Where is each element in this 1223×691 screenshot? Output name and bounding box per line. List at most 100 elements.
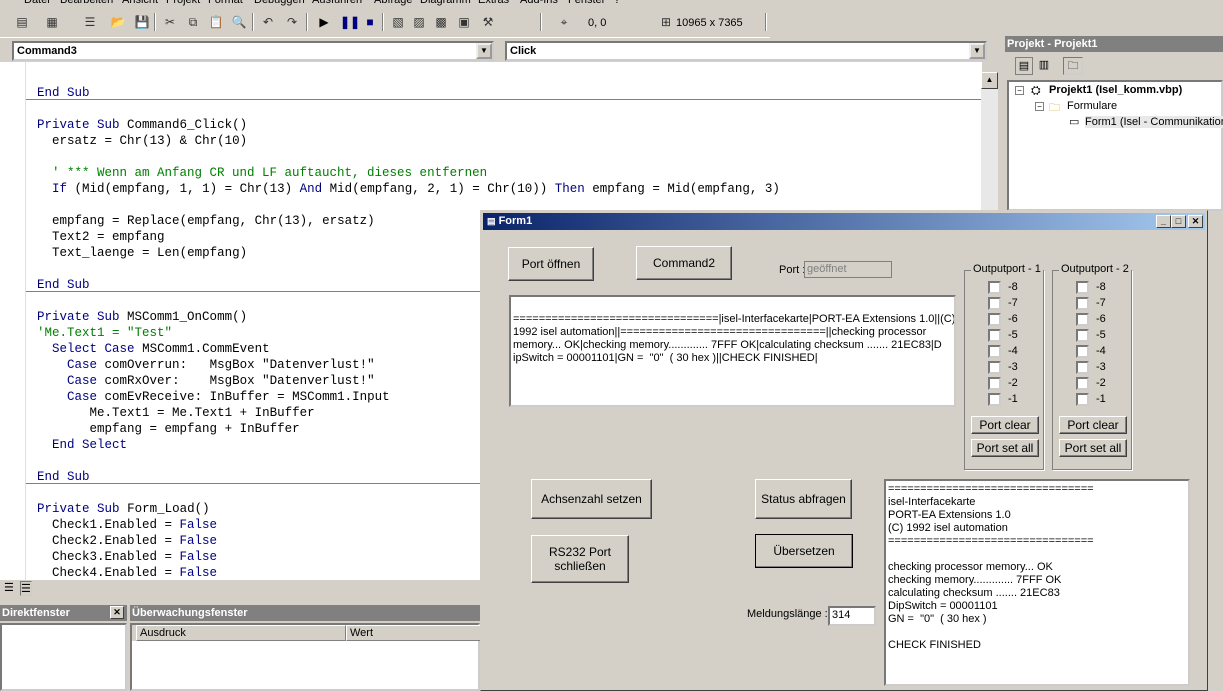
collapse-icon[interactable]: − <box>1035 102 1044 111</box>
procedure-view-icon[interactable]: ☰ <box>4 581 14 594</box>
close-icon[interactable]: ✕ <box>110 606 124 619</box>
status-abfragen-button[interactable]: Status abfragen <box>755 479 852 519</box>
collapse-icon[interactable]: − <box>1015 86 1024 95</box>
view-code-icon[interactable]: ▤ <box>1015 57 1033 75</box>
port1-bit-checkbox[interactable] <box>988 393 1001 406</box>
menu-item-4[interactable]: Format <box>208 0 243 6</box>
port2-bit-checkbox[interactable] <box>1076 329 1089 342</box>
code-line[interactable]: Case comEvReceive: InBuffer = MSComm1.In… <box>37 389 390 405</box>
port1-bit-checkbox[interactable] <box>988 329 1001 342</box>
code-line[interactable]: Text2 = empfang <box>37 229 165 245</box>
close-icon[interactable]: ✕ <box>1188 215 1203 228</box>
port2-bit-checkbox[interactable] <box>1076 393 1089 406</box>
view-object-icon[interactable]: ▥ <box>1035 57 1053 75</box>
find-icon[interactable]: 🔍 <box>231 14 247 30</box>
rs232-close-button[interactable]: RS232 Port schließen <box>531 535 629 583</box>
port1-bit-checkbox[interactable] <box>988 361 1001 374</box>
command2-button[interactable]: Command2 <box>636 246 732 280</box>
code-line[interactable]: Check1.Enabled = False <box>37 517 217 533</box>
properties-icon[interactable]: ▨ <box>411 14 427 30</box>
form-layout-icon[interactable]: ▩ <box>433 14 449 30</box>
toggle-folders-icon[interactable]: 🗀 <box>1063 57 1083 75</box>
run-icon[interactable]: ▶ <box>316 14 332 30</box>
code-line[interactable]: ersatz = Chr(13) & Chr(10) <box>37 133 247 149</box>
achsenzahl-button[interactable]: Achsenzahl setzen <box>531 479 652 519</box>
paste-icon[interactable]: 📋 <box>208 14 224 30</box>
cut-icon[interactable]: ✂ <box>162 14 178 30</box>
immediate-input[interactable] <box>0 623 127 691</box>
menu-item-1[interactable]: Bearbeiten <box>60 0 113 6</box>
scroll-up-icon[interactable]: ▲ <box>981 72 998 89</box>
port1-bit-checkbox[interactable] <box>988 345 1001 358</box>
code-line[interactable]: 'Me.Text1 = "Test" <box>37 325 172 341</box>
port2-clear-button[interactable]: Port clear <box>1059 416 1127 434</box>
open-icon[interactable]: 📂 <box>110 14 126 30</box>
port1-bit-checkbox[interactable] <box>988 377 1001 390</box>
menu-editor-icon[interactable]: ☰ <box>82 14 98 30</box>
code-line[interactable]: Private Sub Command6_Click() <box>37 117 247 133</box>
code-line[interactable]: Check4.Enabled = False <box>37 565 217 580</box>
object-combo[interactable]: Command3 ▼ <box>12 41 494 61</box>
code-line[interactable]: empfang = empfang + InBuffer <box>37 421 300 437</box>
port2-bit-checkbox[interactable] <box>1076 345 1089 358</box>
port1-bit-checkbox[interactable] <box>988 281 1001 294</box>
port2-bit-checkbox[interactable] <box>1076 297 1089 310</box>
menu-item-5[interactable]: Debuggen <box>254 0 305 6</box>
receive-textbox[interactable]: ================================|isel-In… <box>509 295 956 407</box>
object-browser-icon[interactable]: ▣ <box>456 14 472 30</box>
code-line[interactable]: Case comOverrun: MsgBox "Datenverlust!" <box>37 357 375 373</box>
port2-bit-checkbox[interactable] <box>1076 377 1089 390</box>
port1-bit-checkbox[interactable] <box>988 297 1001 310</box>
chevron-down-icon[interactable]: ▼ <box>969 43 985 59</box>
code-line[interactable]: Check2.Enabled = False <box>37 533 217 549</box>
menu-item-3[interactable]: Projekt <box>166 0 200 6</box>
add-project-icon[interactable]: ▤ <box>14 14 30 30</box>
code-line[interactable]: Case comRxOver: MsgBox "Datenverlust!" <box>37 373 375 389</box>
watch-col-value[interactable]: Wert <box>346 625 482 641</box>
menu-item-9[interactable]: Extras <box>478 0 509 6</box>
menu-item-7[interactable]: Abfrage <box>374 0 413 6</box>
port2-bit-checkbox[interactable] <box>1076 313 1089 326</box>
stop-icon[interactable]: ■ <box>362 14 378 30</box>
code-line[interactable]: Private Sub MSComm1_OnComm() <box>37 309 247 325</box>
menu-item-0[interactable]: Datei <box>24 0 50 6</box>
pause-icon[interactable]: ❚❚ <box>340 14 360 30</box>
menu-item-6[interactable]: Ausführen <box>312 0 362 6</box>
undo-icon[interactable]: ↶ <box>260 14 276 30</box>
watch-col-expression[interactable]: Ausdruck <box>136 625 346 641</box>
uebersetzen-button[interactable]: Übersetzen <box>755 534 853 568</box>
menu-item-8[interactable]: Diagramm <box>420 0 471 6</box>
tree-project-root[interactable]: Projekt1 (Isel_komm.vbp) <box>1049 84 1182 96</box>
menu-item-12[interactable]: ? <box>614 0 620 6</box>
tree-form1[interactable]: Form1 (Isel - Communikation <box>1085 116 1223 128</box>
redo-icon[interactable]: ↷ <box>284 14 300 30</box>
save-icon[interactable]: 💾 <box>134 14 150 30</box>
code-line[interactable]: Private Sub Form_Load() <box>37 501 210 517</box>
code-line[interactable]: Text_laenge = Len(empfang) <box>37 245 247 261</box>
menu-item-11[interactable]: Fenster <box>568 0 605 6</box>
chevron-down-icon[interactable]: ▼ <box>476 43 492 59</box>
add-form-icon[interactable]: ▦ <box>44 14 60 30</box>
port1-bit-checkbox[interactable] <box>988 313 1001 326</box>
port2-bit-checkbox[interactable] <box>1076 361 1089 374</box>
project-explorer-icon[interactable]: ▧ <box>390 14 406 30</box>
minimize-icon[interactable]: _ <box>1156 215 1171 228</box>
code-line[interactable]: Select Case MSComm1.CommEvent <box>37 341 270 357</box>
menu-item-2[interactable]: Ansicht <box>122 0 158 6</box>
code-line[interactable]: Me.Text1 = Me.Text1 + InBuffer <box>37 405 315 421</box>
meldungslaenge-field[interactable]: 314 <box>828 606 876 626</box>
toolbox-icon[interactable]: ⚒ <box>480 14 496 30</box>
code-line[interactable]: ' *** Wenn am Anfang CR und LF auftaucht… <box>37 165 487 181</box>
port2-bit-checkbox[interactable] <box>1076 281 1089 294</box>
form1-titlebar[interactable]: ▤ Form1 <box>483 213 1205 230</box>
menu-item-10[interactable]: Add-Ins <box>520 0 558 6</box>
procedure-combo[interactable]: Click ▼ <box>505 41 987 61</box>
output-textbox[interactable]: ================================ isel-In… <box>884 479 1190 686</box>
code-line[interactable]: End Select <box>37 437 127 453</box>
full-module-view-icon[interactable]: ☰ <box>20 581 32 596</box>
maximize-icon[interactable]: □ <box>1171 215 1186 228</box>
code-line[interactable]: If (Mid(empfang, 1, 1) = Chr(13) And Mid… <box>37 181 780 197</box>
copy-icon[interactable]: ⧉ <box>185 14 201 30</box>
code-line[interactable]: empfang = Replace(empfang, Chr(13), ersa… <box>37 213 375 229</box>
port1-clear-button[interactable]: Port clear <box>971 416 1039 434</box>
